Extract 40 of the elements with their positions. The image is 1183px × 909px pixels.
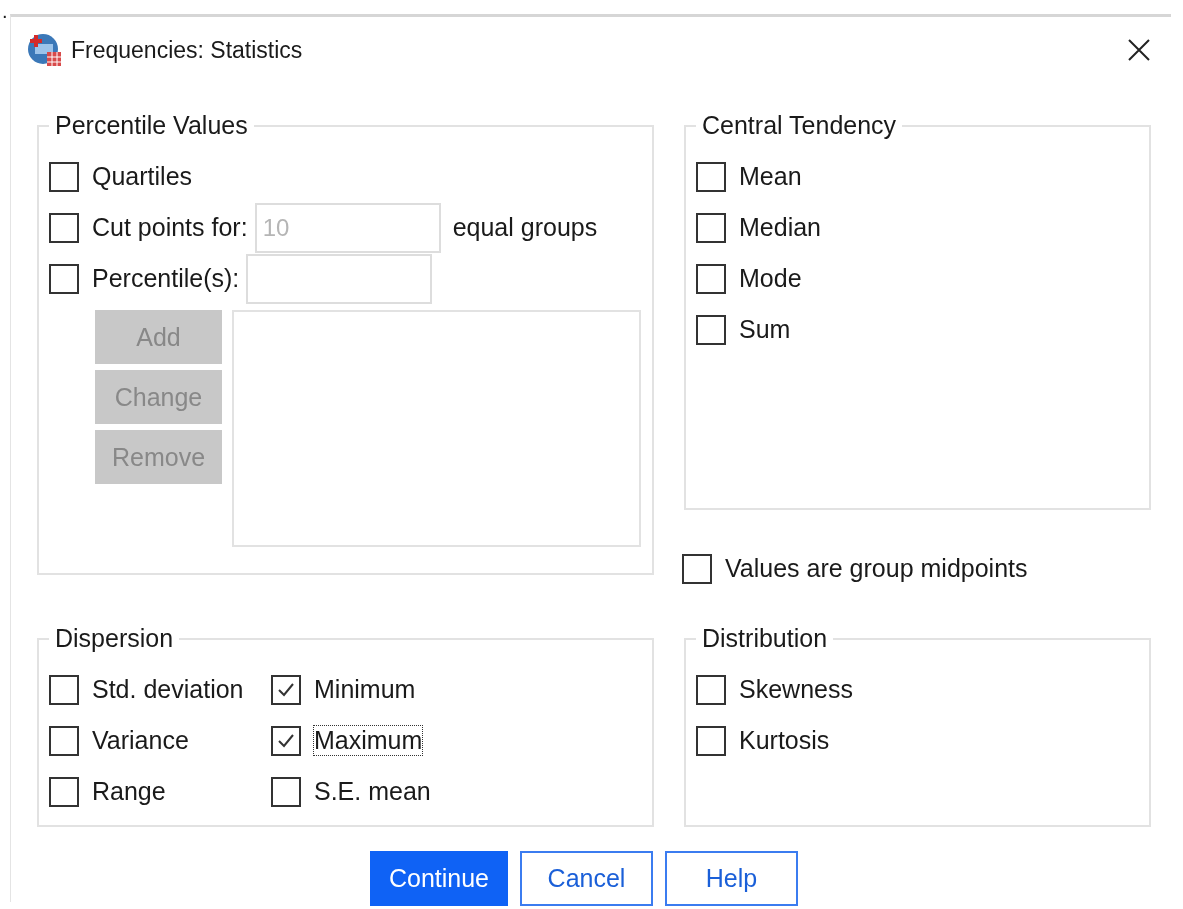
checkbox-label[interactable]: Sum	[738, 314, 792, 345]
checkbox[interactable]	[696, 263, 726, 294]
corner-mark: .	[2, 0, 8, 23]
checkbox-label[interactable]: Median	[738, 212, 822, 243]
checkbox-label[interactable]: Variance	[91, 725, 190, 756]
checkbox[interactable]	[696, 212, 726, 243]
checkbox-label[interactable]: Values are group midpoints	[724, 553, 1029, 584]
window-title: Frequencies: Statistics	[71, 36, 304, 64]
checkbox-label[interactable]: Maximum	[313, 725, 424, 756]
checkbox-label[interactable]: Mean	[738, 161, 803, 192]
checkbox-label[interactable]: Minimum	[313, 674, 417, 705]
field-suffix: equal groups	[452, 213, 598, 242]
checkbox[interactable]	[696, 314, 726, 345]
checkbox[interactable]	[49, 161, 79, 192]
checkbox-label[interactable]: S.E. mean	[313, 776, 432, 807]
checkbox-label[interactable]: Mode	[738, 263, 803, 294]
dialog-button[interactable]: Continue	[370, 851, 508, 906]
dialog-button[interactable]: Cancel	[520, 851, 653, 906]
checkbox[interactable]	[271, 674, 301, 705]
checkbox-label[interactable]: Quartiles	[91, 161, 194, 192]
checkbox[interactable]	[271, 776, 301, 807]
checkbox[interactable]	[696, 725, 726, 756]
checkbox[interactable]	[696, 161, 726, 192]
dialog-button[interactable]: Help	[665, 851, 798, 906]
checkbox-label[interactable]: Kurtosis	[738, 725, 831, 756]
checkbox-label[interactable]: Skewness	[738, 674, 854, 705]
checkbox-label[interactable]: Range	[91, 776, 167, 807]
close-icon[interactable]	[1127, 38, 1151, 62]
checkbox-label[interactable]: Percentile(s):	[91, 263, 241, 294]
checkbox-label[interactable]: Std. deviation	[91, 674, 245, 705]
checkbox[interactable]	[682, 553, 712, 584]
checkbox[interactable]	[49, 674, 79, 705]
checkbox[interactable]	[49, 776, 79, 807]
checkbox[interactable]	[49, 725, 79, 756]
app-icon	[27, 32, 63, 68]
input-field[interactable]	[246, 253, 433, 304]
percentile-list[interactable]	[232, 310, 641, 547]
checkbox[interactable]	[271, 725, 301, 756]
checkbox[interactable]	[696, 674, 726, 705]
checkbox[interactable]	[49, 263, 79, 294]
